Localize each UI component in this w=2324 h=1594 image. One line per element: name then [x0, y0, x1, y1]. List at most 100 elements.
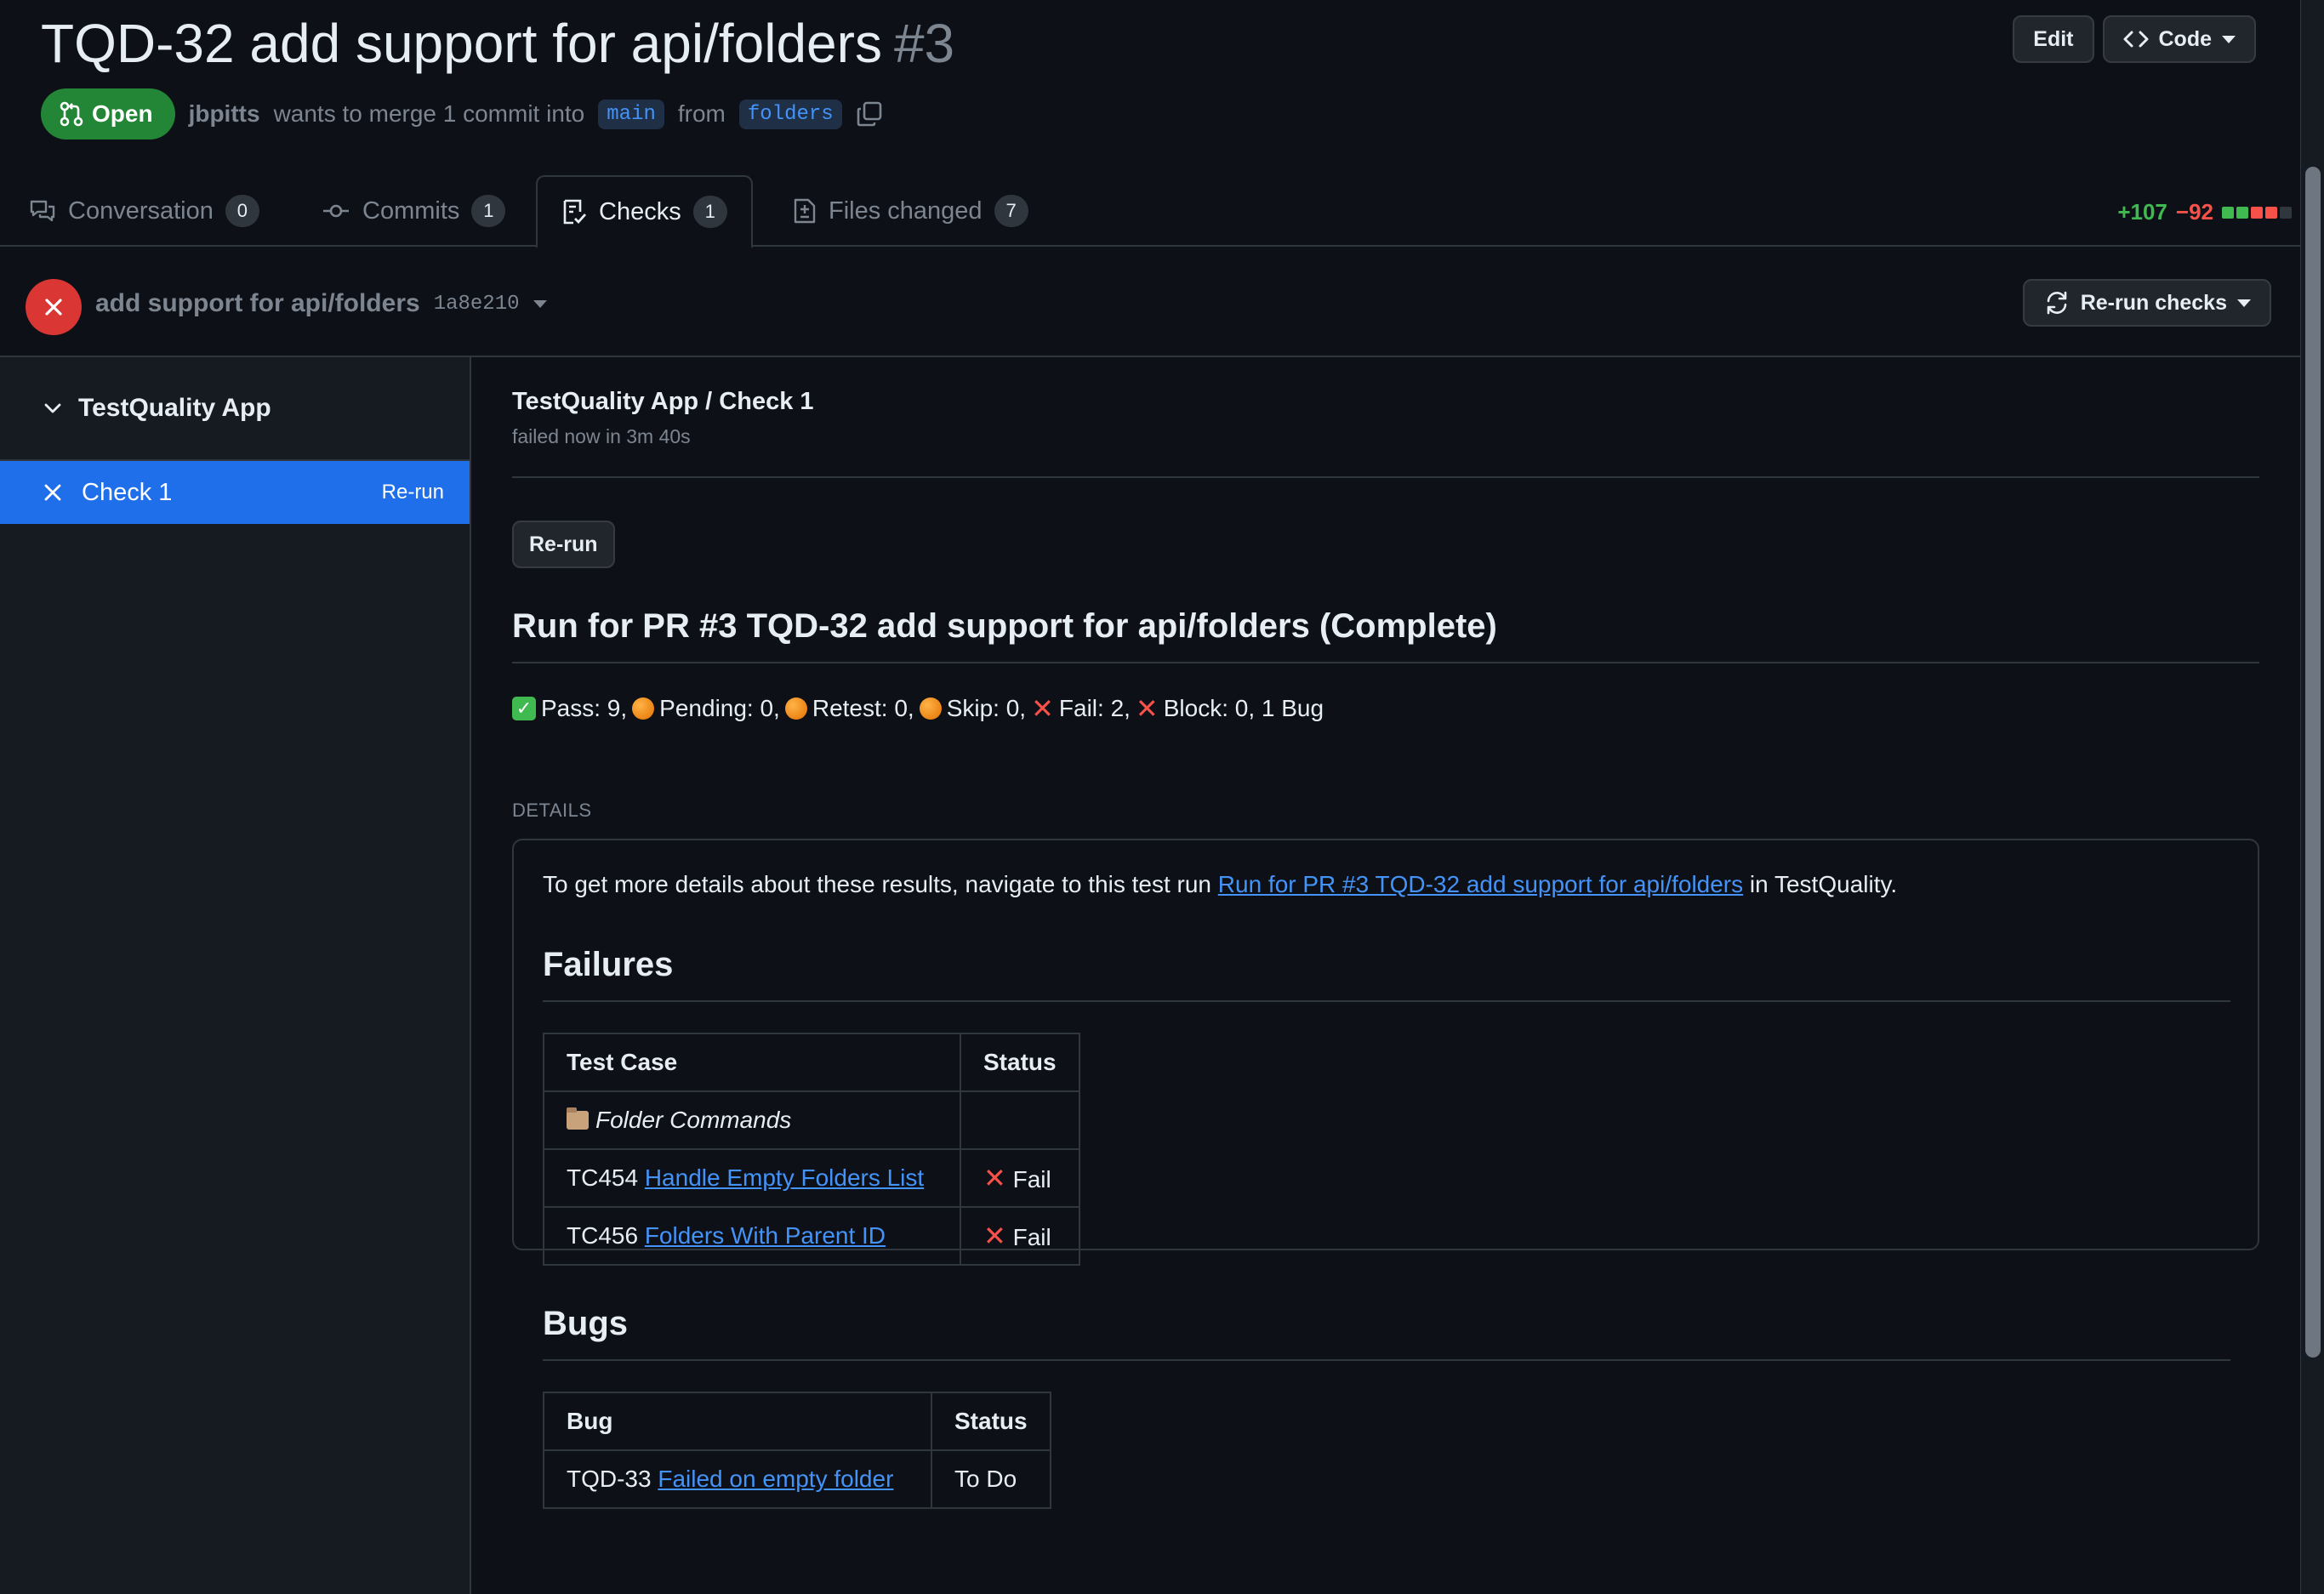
chevron-down-icon — [44, 403, 61, 413]
details-intro: To get more details about these results,… — [543, 871, 1897, 898]
status-cell: ✕ Fail — [960, 1148, 1080, 1208]
column-header: Status — [931, 1392, 1051, 1451]
chevron-down-icon — [533, 299, 547, 308]
table-header-row: Bug Status — [543, 1392, 1051, 1451]
status-text: Fail — [1012, 1224, 1051, 1250]
sidebar-rerun-link[interactable]: Re-run — [382, 481, 444, 504]
test-run-link[interactable]: Run for PR #3 TQD-32 add support for api… — [1218, 871, 1743, 897]
table-row: TC456 Folders With Parent ID ✕ Fail — [543, 1206, 1080, 1266]
check-mark-icon: ✓ — [512, 697, 536, 720]
suite-name: Folder Commands — [595, 1107, 792, 1133]
pr-header: TQD-32 add support for api/folders #3 Edi… — [41, 9, 2256, 145]
bugs-heading: Bugs — [543, 1305, 628, 1342]
commit-bar: add support for api/folders 1a8e210 Re-r… — [0, 248, 2300, 357]
table-header-row: Test Case Status — [543, 1033, 1080, 1092]
status-cell: ✕ Fail — [960, 1206, 1080, 1266]
sidebar-check-name: Check 1 — [82, 478, 173, 506]
rerun-checks-button[interactable]: Re-run checks — [2022, 279, 2271, 327]
divider — [543, 1000, 2230, 1002]
rerun-button[interactable]: Re-run — [512, 521, 615, 568]
diffstat-block — [2222, 206, 2234, 219]
column-header: Status — [960, 1033, 1080, 1092]
test-case-cell: TC456 Folders With Parent ID — [543, 1206, 961, 1266]
orange-circle-icon — [784, 697, 807, 720]
commit-message: add support for api/folders — [95, 289, 420, 317]
column-header: Bug — [543, 1392, 932, 1451]
suite-cell: Folder Commands — [543, 1090, 961, 1150]
commit-selector[interactable]: add support for api/folders 1a8e210 — [95, 289, 547, 318]
run-heading: Run for PR #3 TQD-32 add support for api… — [512, 607, 1497, 645]
code-button[interactable]: Code — [2102, 15, 2256, 63]
head-branch[interactable]: folders — [738, 99, 842, 129]
status-cell: To Do — [931, 1449, 1051, 1509]
page-title: TQD-32 add support for api/folders #3 — [41, 12, 954, 75]
status-text: Fail — [1012, 1166, 1051, 1193]
diffstat-deletions: −92 — [2175, 199, 2213, 225]
divider — [543, 1359, 2230, 1361]
git-commit-icon — [323, 204, 349, 218]
test-case-id: TC454 — [567, 1164, 639, 1191]
run-summary: ✓ Pass: 9, Pending: 0, Retest: 0, Skip: … — [512, 692, 1324, 725]
test-case-link[interactable]: Handle Empty Folders List — [645, 1164, 924, 1191]
cross-mark-icon: ✕ — [1135, 693, 1159, 724]
tab-checks[interactable]: Checks 1 — [536, 175, 753, 248]
summary-pending: Pending: 0, — [659, 695, 780, 721]
diffstat-block — [2280, 206, 2292, 219]
code-icon — [2123, 31, 2148, 48]
edit-button[interactable]: Edit — [2013, 15, 2094, 63]
checklist-icon — [563, 199, 587, 225]
git-pull-request-icon — [60, 101, 83, 127]
check-subtitle: failed now in 3m 40s — [512, 425, 691, 447]
tab-conversation-count: 0 — [225, 195, 259, 227]
x-circle-icon — [26, 279, 82, 335]
tab-files-changed[interactable]: Files changed 7 — [769, 175, 1052, 247]
test-case-cell: TC454 Handle Empty Folders List — [543, 1148, 961, 1208]
summary-pass: Pass: 9, — [541, 695, 628, 721]
tab-conversation[interactable]: Conversation 0 — [5, 175, 283, 247]
check-title: TestQuality App / Check 1 — [512, 388, 814, 415]
sync-icon — [2047, 291, 2067, 315]
scrollbar-thumb[interactable] — [2305, 167, 2321, 1358]
scrollbar[interactable] — [2300, 0, 2324, 1594]
tab-files-changed-count: 7 — [994, 195, 1028, 227]
rerun-checks-wrapper: Re-run checks — [2022, 279, 2271, 327]
diffstat-additions: +107 — [2117, 199, 2167, 225]
divider — [512, 476, 2259, 478]
code-button-label: Code — [2158, 26, 2213, 51]
folder-icon — [567, 1107, 589, 1130]
status-badge-label: Open — [92, 100, 153, 127]
details-suffix: in TestQuality. — [1749, 871, 1898, 897]
diffstat-block — [2236, 206, 2248, 219]
header-actions: Edit Code — [2013, 15, 2256, 63]
pr-state-row: Open jbpitts wants to merge 1 commit int… — [41, 88, 883, 139]
pr-title-text: TQD-32 add support for api/folders — [41, 13, 882, 74]
diffstat-blocks — [2222, 206, 2292, 219]
orange-circle-icon — [632, 697, 655, 720]
checks-sidebar: TestQuality App Check 1 Re-run — [0, 357, 471, 1594]
sidebar-app-group[interactable]: TestQuality App — [0, 357, 470, 461]
tab-files-changed-label: Files changed — [829, 196, 983, 225]
comment-discussion-icon — [30, 200, 55, 222]
pr-number: #3 — [893, 13, 955, 74]
base-branch[interactable]: main — [598, 99, 664, 129]
tab-conversation-label: Conversation — [68, 196, 214, 225]
status-badge: Open — [41, 88, 175, 139]
table-row: TC454 Handle Empty Folders List ✕ Fail — [543, 1148, 1080, 1208]
tab-commits[interactable]: Commits 1 — [298, 175, 529, 247]
orange-circle-icon — [919, 697, 942, 720]
bugs-table: Bug Status TQD-33 Failed on empty folder… — [543, 1392, 1051, 1509]
bug-cell: TQD-33 Failed on empty folder — [543, 1449, 932, 1509]
summary-skip: Skip: 0, — [946, 695, 1027, 721]
divider — [512, 662, 2259, 663]
bug-link[interactable]: Failed on empty folder — [658, 1466, 893, 1492]
table-row: Folder Commands — [543, 1090, 1080, 1150]
author-link[interactable]: jbpitts — [189, 100, 260, 128]
diffstat-block — [2265, 206, 2277, 219]
tab-checks-count: 1 — [692, 196, 727, 228]
tab-checks-label: Checks — [599, 197, 681, 225]
empty-cell — [960, 1090, 1080, 1150]
copy-icon[interactable] — [856, 100, 883, 128]
sidebar-item-check-1[interactable]: Check 1 Re-run — [0, 461, 470, 524]
test-case-link[interactable]: Folders With Parent ID — [645, 1222, 886, 1249]
details-box: To get more details about these results,… — [512, 839, 2259, 1509]
